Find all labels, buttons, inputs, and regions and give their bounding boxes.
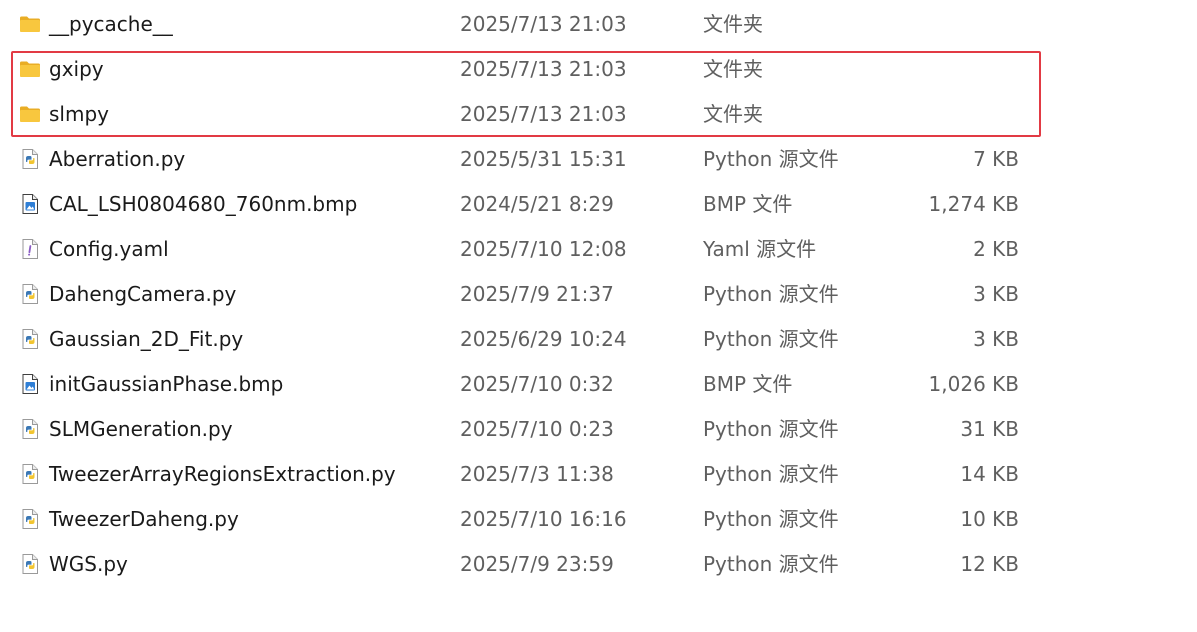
file-date: 2025/7/10 0:32: [460, 372, 614, 396]
file-name-cell: TweezerArrayRegionsExtraction.py: [19, 452, 449, 497]
file-size: [860, 47, 1019, 92]
file-name-cell: DahengCamera.py: [19, 272, 449, 317]
python-file-icon: [19, 148, 41, 170]
file-size: 3 KB: [973, 282, 1019, 306]
file-name: TweezerDaheng.py: [49, 507, 239, 531]
file-row[interactable]: TweezerArrayRegionsExtraction.py 2025/7/…: [0, 452, 1197, 497]
bmp-file-icon: [19, 373, 41, 395]
folder-icon: [19, 13, 41, 35]
bmp-file-icon: [19, 193, 41, 215]
python-file-icon: [19, 418, 41, 440]
file-name: SLMGeneration.py: [49, 417, 233, 441]
file-name: TweezerArrayRegionsExtraction.py: [49, 462, 396, 486]
file-name: Gaussian_2D_Fit.py: [49, 327, 244, 351]
file-size: [860, 92, 1019, 137]
file-name-cell: slmpy: [19, 92, 449, 137]
file-row[interactable]: DahengCamera.py 2025/7/9 21:37 Python 源文…: [0, 272, 1197, 317]
file-size: [860, 2, 1019, 47]
file-name: DahengCamera.py: [49, 282, 237, 306]
file-name-cell: WGS.py: [19, 542, 449, 587]
python-file-icon: [19, 463, 41, 485]
file-row[interactable]: CAL_LSH0804680_760nm.bmp 2024/5/21 8:29 …: [0, 182, 1197, 227]
file-date: 2025/7/13 21:03: [460, 57, 627, 81]
file-row[interactable]: __pycache__ 2025/7/13 21:03 文件夹: [0, 2, 1197, 47]
file-name-cell: gxipy: [19, 47, 449, 92]
file-date: 2025/7/13 21:03: [460, 12, 627, 36]
file-size: 12 KB: [960, 552, 1019, 576]
file-name-cell: Config.yaml: [19, 227, 449, 272]
file-size: 14 KB: [960, 462, 1019, 486]
file-row[interactable]: Gaussian_2D_Fit.py 2025/6/29 10:24 Pytho…: [0, 317, 1197, 362]
file-name: CAL_LSH0804680_760nm.bmp: [49, 192, 358, 216]
python-file-icon: [19, 328, 41, 350]
python-file-icon: [19, 553, 41, 575]
file-size: 1,274 KB: [928, 192, 1019, 216]
file-size: 1,026 KB: [928, 372, 1019, 396]
file-name: Config.yaml: [49, 237, 169, 261]
folder-icon: [19, 103, 41, 125]
file-row[interactable]: WGS.py 2025/7/9 23:59 Python 源文件 12 KB: [0, 542, 1197, 587]
file-name-cell: initGaussianPhase.bmp: [19, 362, 449, 407]
file-date: 2025/7/10 16:16: [460, 507, 627, 531]
file-row[interactable]: TweezerDaheng.py 2025/7/10 16:16 Python …: [0, 497, 1197, 542]
file-row[interactable]: initGaussianPhase.bmp 2025/7/10 0:32 BMP…: [0, 362, 1197, 407]
file-date: 2025/7/3 11:38: [460, 462, 614, 486]
file-name-cell: __pycache__: [19, 2, 449, 47]
file-name: initGaussianPhase.bmp: [49, 372, 284, 396]
file-name: slmpy: [49, 102, 109, 126]
file-row[interactable]: slmpy 2025/7/13 21:03 文件夹: [0, 92, 1197, 137]
file-date: 2025/7/9 21:37: [460, 282, 614, 306]
python-file-icon: [19, 508, 41, 530]
file-name-cell: Gaussian_2D_Fit.py: [19, 317, 449, 362]
file-name: Aberration.py: [49, 147, 186, 171]
file-name: WGS.py: [49, 552, 128, 576]
file-size: 3 KB: [973, 327, 1019, 351]
file-name: gxipy: [49, 57, 104, 81]
file-date: 2025/7/9 23:59: [460, 552, 614, 576]
file-size: 7 KB: [973, 147, 1019, 171]
file-date: 2025/5/31 15:31: [460, 147, 627, 171]
file-name-cell: SLMGeneration.py: [19, 407, 449, 452]
file-name-cell: TweezerDaheng.py: [19, 497, 449, 542]
file-date: 2025/7/13 21:03: [460, 102, 627, 126]
file-date: 2025/7/10 12:08: [460, 237, 627, 261]
file-list: __pycache__ 2025/7/13 21:03 文件夹 gxipy 20…: [0, 2, 1197, 587]
file-date: 2025/7/10 0:23: [460, 417, 614, 441]
file-name: __pycache__: [49, 12, 173, 36]
file-size: 31 KB: [960, 417, 1019, 441]
file-row[interactable]: SLMGeneration.py 2025/7/10 0:23 Python 源…: [0, 407, 1197, 452]
file-row[interactable]: Config.yaml 2025/7/10 12:08 Yaml 源文件 2 K…: [0, 227, 1197, 272]
file-size: 10 KB: [960, 507, 1019, 531]
folder-icon: [19, 58, 41, 80]
file-row[interactable]: Aberration.py 2025/5/31 15:31 Python 源文件…: [0, 137, 1197, 182]
file-size: 2 KB: [973, 237, 1019, 261]
yaml-file-icon: [19, 238, 41, 260]
file-name-cell: Aberration.py: [19, 137, 449, 182]
python-file-icon: [19, 283, 41, 305]
file-name-cell: CAL_LSH0804680_760nm.bmp: [19, 182, 449, 227]
file-row[interactable]: gxipy 2025/7/13 21:03 文件夹: [0, 47, 1197, 92]
file-date: 2025/6/29 10:24: [460, 327, 627, 351]
file-date: 2024/5/21 8:29: [460, 192, 614, 216]
